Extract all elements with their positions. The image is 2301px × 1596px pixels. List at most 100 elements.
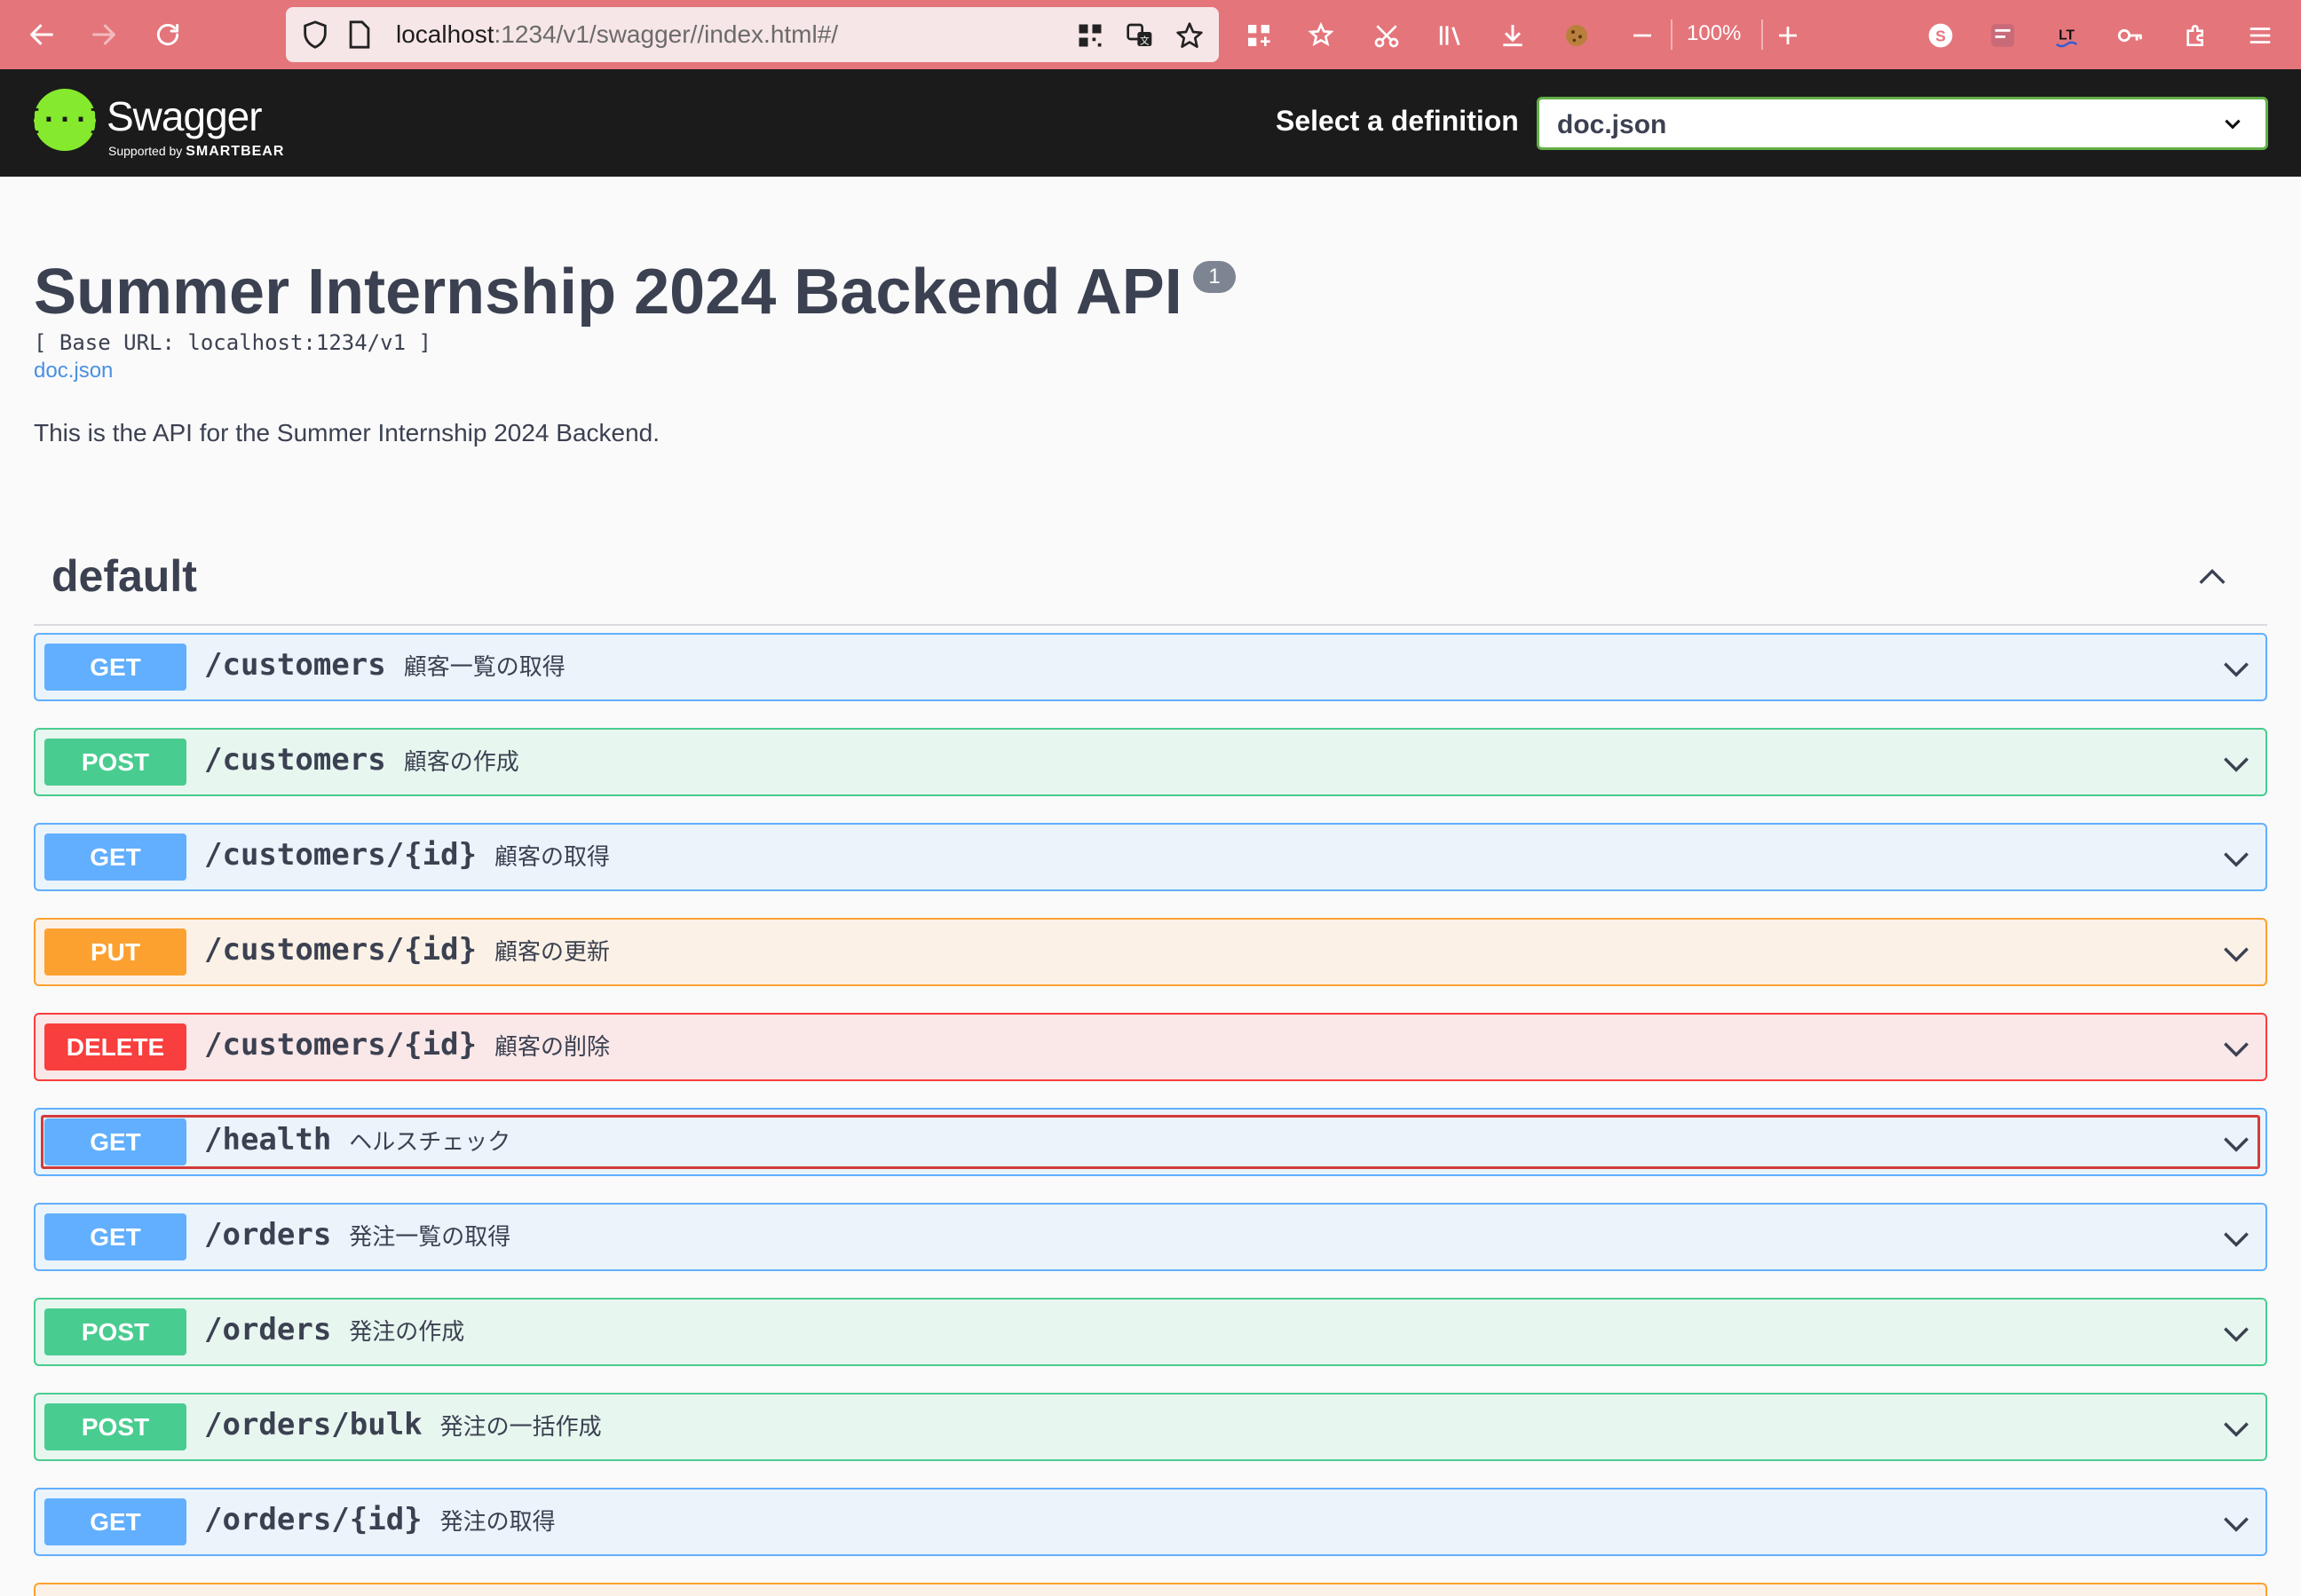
- zoom-in-icon[interactable]: [1768, 16, 1807, 55]
- operation-put-customer-by-id[interactable]: PUT /customers/{id} 顧客の更新: [34, 918, 2267, 986]
- chevron-down-icon[interactable]: [2219, 937, 2253, 971]
- operation-summary: 発注の一括作成: [439, 1414, 602, 1441]
- languagetool-icon[interactable]: LT: [2047, 16, 2086, 55]
- menu-hamburger-icon[interactable]: [2241, 16, 2280, 55]
- tag-section-header[interactable]: default: [34, 533, 2267, 626]
- chevron-down-icon[interactable]: [2219, 1507, 2253, 1541]
- operation-post-orders[interactable]: POST /orders 発注の作成: [34, 1298, 2267, 1366]
- dictionary-extension-icon[interactable]: [1983, 16, 2022, 55]
- operation-get-customers[interactable]: GET /customers 顧客一覧の取得: [34, 633, 2267, 701]
- operation-summary: 発注の取得: [439, 1509, 556, 1536]
- operation-path: /customers/{id} 顧客の更新: [204, 932, 610, 968]
- method-badge: GET: [44, 1498, 186, 1545]
- operation-path-text: /customers/{id}: [204, 1027, 478, 1063]
- bookmark-star-icon[interactable]: [1174, 20, 1206, 51]
- chevron-down-icon[interactable]: [2219, 1412, 2253, 1446]
- operation-get-order-by-id[interactable]: GET /orders/{id} 発注の取得: [34, 1488, 2267, 1556]
- cookie-icon[interactable]: [1557, 16, 1596, 55]
- operation-path-text: /customers: [204, 742, 386, 778]
- operation-path: /customers 顧客の作成: [204, 742, 519, 778]
- chevron-up-icon[interactable]: [2194, 559, 2230, 595]
- operation-path-text: /orders/{id}: [204, 1502, 423, 1537]
- logo-supported-text: Supported by: [108, 144, 183, 158]
- method-badge: GET: [44, 834, 186, 881]
- pocket-icon[interactable]: [1301, 16, 1340, 55]
- chevron-down-icon[interactable]: [2219, 652, 2253, 686]
- chevron-down-icon[interactable]: [2219, 842, 2253, 876]
- chevron-down-icon: [2225, 119, 2241, 130]
- doc-json-link[interactable]: doc.json: [34, 359, 113, 383]
- extensions-puzzle-icon[interactable]: [2177, 16, 2216, 55]
- operation-path-text: /orders/bulk: [204, 1407, 423, 1442]
- definition-select[interactable]: doc.json: [1537, 97, 2268, 150]
- shield-icon[interactable]: [300, 20, 330, 50]
- chevron-down-icon[interactable]: [2219, 747, 2253, 781]
- operation-get-health[interactable]: GET /health ヘルスチェック: [34, 1108, 2267, 1176]
- zoom-out-icon[interactable]: [1623, 16, 1662, 55]
- method-badge: GET: [44, 1213, 186, 1260]
- definition-select-value: doc.json: [1557, 110, 1667, 139]
- url-text[interactable]: localhost:1234/v1/swagger//index.html#/: [396, 20, 838, 49]
- translate-icon[interactable]: 文: [1124, 20, 1156, 51]
- operation-partial-next[interactable]: [34, 1583, 2267, 1596]
- chevron-down-icon[interactable]: [2219, 1127, 2253, 1161]
- extensions-grid-icon[interactable]: [1239, 16, 1278, 55]
- base-url: [ Base URL: localhost:1234/v1 ]: [34, 330, 431, 355]
- operation-path: /customers/{id} 顧客の削除: [204, 1027, 610, 1063]
- operation-summary: 発注一覧の取得: [349, 1224, 511, 1251]
- operation-path-text: /customers/{id}: [204, 932, 478, 968]
- chevron-down-icon[interactable]: [2219, 1222, 2253, 1256]
- swagger-topbar: {···} Swagger Supported by SMARTBEAR Sel…: [0, 69, 2301, 177]
- api-description: This is the API for the Summer Internshi…: [34, 419, 660, 446]
- method-badge: POST: [44, 1308, 186, 1355]
- back-arrow-icon[interactable]: [20, 12, 64, 57]
- operation-summary: 顧客の更新: [494, 939, 611, 966]
- method-badge: DELETE: [44, 1023, 186, 1071]
- swagger-logo-subtitle: Supported by SMARTBEAR: [108, 144, 284, 160]
- operation-summary: 発注の作成: [349, 1319, 465, 1346]
- operation-get-orders[interactable]: GET /orders 発注一覧の取得: [34, 1203, 2267, 1271]
- operation-summary: 顧客一覧の取得: [403, 654, 565, 681]
- browser-toolbar: localhost:1234/v1/swagger//index.html#/ …: [0, 0, 2301, 69]
- url-host: localhost: [396, 20, 494, 48]
- version-badge: 1: [1193, 261, 1236, 293]
- reload-icon[interactable]: [146, 12, 190, 57]
- operation-summary: 顧客の作成: [403, 749, 519, 776]
- address-bar[interactable]: localhost:1234/v1/swagger//index.html#/ …: [286, 7, 1219, 62]
- chevron-down-icon[interactable]: [2219, 1032, 2253, 1066]
- method-badge: POST: [44, 739, 186, 786]
- operation-delete-customer-by-id[interactable]: DELETE /customers/{id} 顧客の削除: [34, 1013, 2267, 1081]
- api-title: Summer Internship 2024 Backend API: [34, 257, 1182, 328]
- download-icon[interactable]: [1493, 16, 1532, 55]
- qr-code-icon[interactable]: [1074, 20, 1106, 51]
- password-key-icon[interactable]: [2111, 16, 2150, 55]
- operation-post-customers[interactable]: POST /customers 顧客の作成: [34, 728, 2267, 796]
- tag-name: default: [51, 551, 197, 601]
- forward-arrow-icon[interactable]: [82, 12, 126, 57]
- page-icon: [349, 20, 370, 49]
- toolbar-separator: [1761, 20, 1763, 50]
- operation-post-orders-bulk[interactable]: POST /orders/bulk 発注の一括作成: [34, 1393, 2267, 1461]
- operation-summary: ヘルスチェック: [349, 1129, 511, 1156]
- url-path: :1234/v1/swagger//index.html#/: [494, 20, 839, 48]
- chevron-down-icon[interactable]: [2219, 1317, 2253, 1351]
- operation-path-text: /orders: [204, 1312, 332, 1347]
- operation-path-text: /customers: [204, 647, 386, 683]
- screenshot-icon[interactable]: [1367, 16, 1406, 55]
- swagger-logo-text[interactable]: Swagger: [107, 92, 263, 140]
- swagger-logo-icon[interactable]: {···}: [25, 89, 105, 151]
- operation-path: /customers/{id} 顧客の取得: [204, 837, 610, 873]
- svg-text:LT: LT: [2059, 28, 2075, 43]
- operation-path-text: /health: [204, 1122, 332, 1157]
- operation-summary: 顧客の削除: [494, 1034, 611, 1061]
- operation-summary: 顧客の取得: [494, 844, 611, 871]
- account-avatar-icon[interactable]: S: [1921, 16, 1960, 55]
- operation-path-text: /customers/{id}: [204, 837, 478, 873]
- operation-path: /orders 発注一覧の取得: [204, 1217, 510, 1252]
- operation-path: /orders/{id} 発注の取得: [204, 1502, 556, 1537]
- zoom-level[interactable]: 100%: [1687, 21, 1741, 46]
- library-icon[interactable]: [1431, 16, 1470, 55]
- operation-path: /customers 顧客一覧の取得: [204, 647, 565, 683]
- operation-get-customer-by-id[interactable]: GET /customers/{id} 顧客の取得: [34, 823, 2267, 891]
- operation-path-text: /orders: [204, 1217, 332, 1252]
